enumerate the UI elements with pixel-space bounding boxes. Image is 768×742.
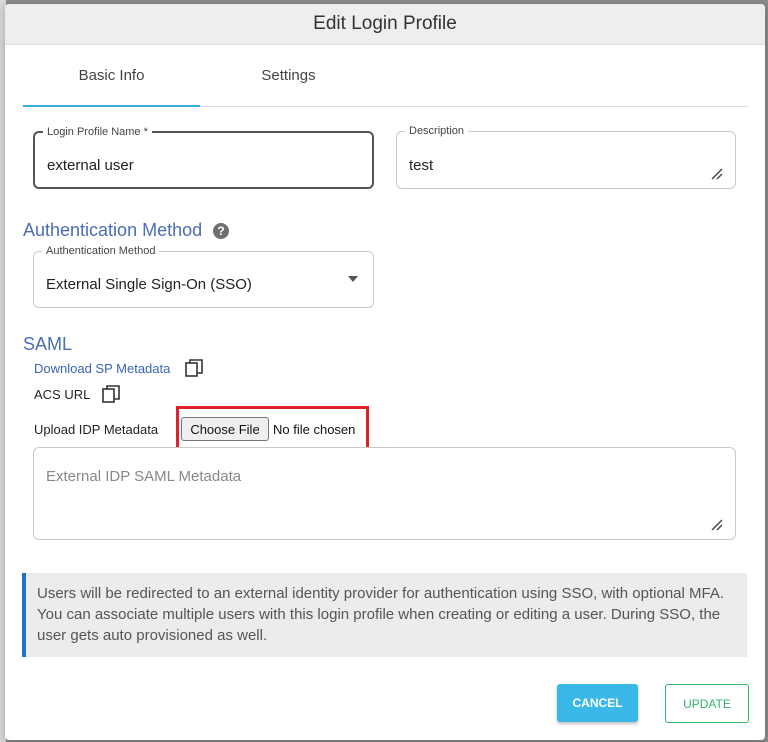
login-profile-name-field[interactable]: Login Profile Name * external user [33, 125, 374, 189]
tab-basic-info[interactable]: Basic Info [23, 44, 200, 106]
description-field[interactable]: Description test [396, 124, 736, 189]
tab-settings[interactable]: Settings [200, 44, 377, 106]
edit-login-profile-dialog: Edit Login Profile Basic Info Settings L… [5, 4, 765, 740]
description-value: test [409, 157, 434, 174]
login-profile-name-value: external user [47, 157, 134, 174]
update-button[interactable]: UPDATE [665, 684, 749, 723]
sso-info-message: Users will be redirected to an external … [22, 573, 747, 657]
authentication-method-select-label: Authentication Method [42, 244, 160, 258]
dialog-title: Edit Login Profile [313, 13, 457, 34]
upload-idp-metadata-label: Upload IDP Metadata [34, 422, 159, 437]
download-sp-metadata-link[interactable]: Download SP Metadata [34, 361, 170, 376]
login-profile-name-label: Login Profile Name * [43, 125, 152, 139]
dropdown-arrow-icon [348, 276, 358, 282]
authentication-method-select[interactable]: Authentication Method External Single Si… [33, 244, 374, 308]
description-label: Description [405, 124, 469, 138]
saml-heading: SAML [23, 334, 73, 354]
tab-bar: Basic Info Settings [23, 44, 748, 107]
authentication-method-heading: Authentication Method [23, 220, 203, 240]
resize-handle-icon[interactable] [709, 517, 723, 531]
acs-url-label: ACS URL [34, 387, 91, 402]
resize-handle-icon[interactable] [709, 166, 723, 180]
idp-metadata-textarea[interactable]: External IDP SAML Metadata [33, 447, 736, 540]
tab-settings-label: Settings [261, 66, 316, 84]
copy-icon[interactable] [184, 358, 204, 378]
active-tab-indicator [23, 105, 200, 107]
file-status-text: No file chosen [273, 422, 356, 437]
choose-file-button[interactable]: Choose File [181, 417, 269, 441]
tab-basic-info-label: Basic Info [78, 66, 145, 84]
acs-url-copy-icon[interactable] [101, 384, 121, 404]
question-circle-icon[interactable]: ? [213, 223, 229, 239]
idp-metadata-placeholder: External IDP SAML Metadata [46, 468, 242, 485]
authentication-method-selected-value: External Single Sign-On (SSO) [46, 276, 252, 293]
dialog-header: Edit Login Profile [5, 4, 765, 45]
cancel-button[interactable]: CANCEL [557, 684, 638, 722]
sso-info-text: Users will be redirected to an external … [37, 585, 725, 644]
